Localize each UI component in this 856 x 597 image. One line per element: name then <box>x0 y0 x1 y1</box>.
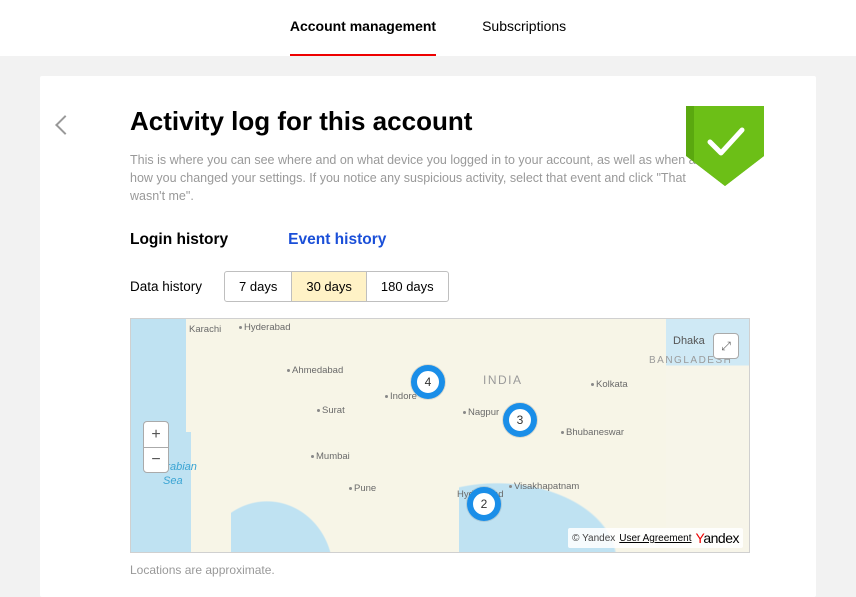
zoom-in-button[interactable]: + <box>143 421 169 447</box>
fullscreen-button[interactable]: ⤢ <box>713 333 739 359</box>
city-label: Karachi <box>189 324 221 335</box>
sea-label: Sea <box>163 475 183 487</box>
city-label: Dhaka <box>673 335 705 347</box>
range-180-days[interactable]: 180 days <box>366 271 449 302</box>
back-icon[interactable] <box>55 115 75 135</box>
city-label: Visakhapatnam <box>509 481 579 492</box>
city-label: Ahmedabad <box>287 365 343 376</box>
tab-event-history[interactable]: Event history <box>288 231 386 249</box>
range-7-days[interactable]: 7 days <box>224 271 292 302</box>
yandex-logo: Yandex <box>696 530 739 546</box>
map-attribution: © Yandex User Agreement Yandex <box>568 528 743 548</box>
top-nav: Account management Subscriptions <box>0 0 856 56</box>
shield-check-icon <box>686 106 764 186</box>
city-label: Nagpur <box>463 407 499 418</box>
city-label: Kolkata <box>591 379 628 390</box>
zoom-control: + − <box>143 421 169 473</box>
city-label: Mumbai <box>311 451 350 462</box>
city-label: Indore <box>385 391 417 402</box>
data-history-label: Data history <box>130 279 202 294</box>
login-map[interactable]: INDIA BANGLADESH Arabian Sea Karachi Hyd… <box>130 318 750 553</box>
zoom-out-button[interactable]: − <box>143 447 169 473</box>
range-segmented-control: 7 days 30 days 180 days <box>224 271 449 302</box>
city-label: Bhubaneswar <box>561 427 624 438</box>
copyright-text: © Yandex <box>572 533 615 544</box>
page-title: Activity log for this account <box>130 106 766 137</box>
city-label: Pune <box>349 483 376 494</box>
country-label-india: INDIA <box>483 373 523 387</box>
nav-account-management[interactable]: Account management <box>290 18 436 56</box>
data-history-row: Data history 7 days 30 days 180 days <box>130 271 766 302</box>
activity-card: Activity log for this account This is wh… <box>40 76 816 597</box>
tab-login-history[interactable]: Login history <box>130 231 228 249</box>
page-description: This is where you can see where and on w… <box>130 151 720 205</box>
range-30-days[interactable]: 30 days <box>291 271 367 302</box>
nav-subscriptions[interactable]: Subscriptions <box>482 18 566 56</box>
history-tabs: Login history Event history <box>130 231 766 249</box>
user-agreement-link[interactable]: User Agreement <box>619 533 691 544</box>
city-label: Hyderabad <box>239 322 290 333</box>
locations-footnote: Locations are approximate. <box>130 563 766 577</box>
city-label: Surat <box>317 405 345 416</box>
